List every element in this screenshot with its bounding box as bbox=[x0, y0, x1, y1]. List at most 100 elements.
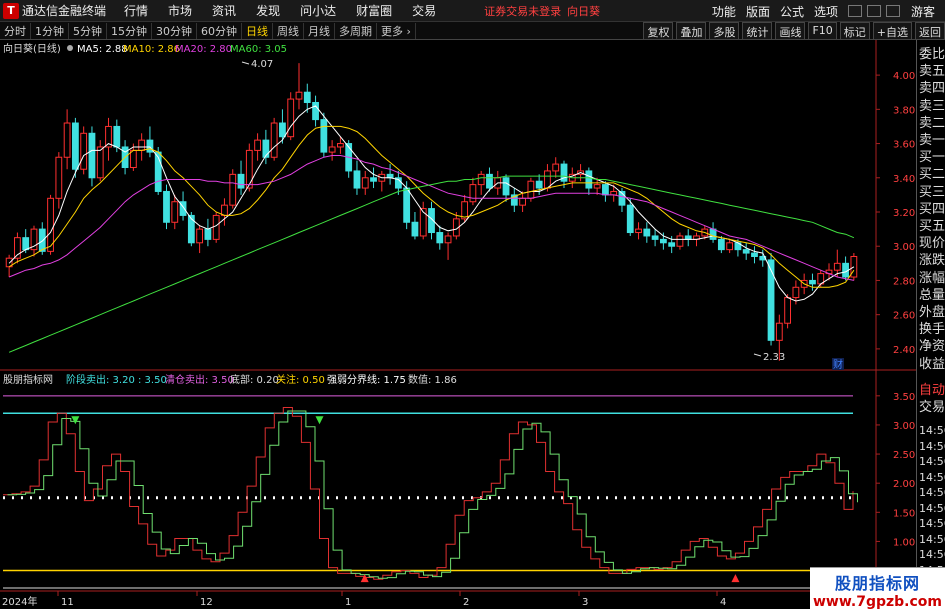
candle-body bbox=[229, 173, 237, 206]
y-tick-label: 4.00 bbox=[893, 71, 915, 82]
ma10-legend: MA10: 2.86 bbox=[123, 44, 180, 55]
maximize-icon[interactable] bbox=[885, 5, 900, 17]
tool-fuquan[interactable]: 复权 bbox=[643, 22, 674, 40]
watermark-title: 股朋指标网 bbox=[834, 574, 920, 593]
menu-zixun[interactable]: 资讯 bbox=[212, 2, 236, 19]
period-1min[interactable]: 1分钟 bbox=[31, 22, 69, 39]
candle-body bbox=[477, 173, 485, 186]
period-daily[interactable]: 日线 bbox=[242, 22, 273, 39]
candle-body bbox=[71, 122, 79, 170]
menu-caifuquan[interactable]: 财富圈 bbox=[356, 2, 392, 19]
candle-body bbox=[353, 170, 361, 189]
tool-f10[interactable]: F10 bbox=[808, 22, 837, 40]
candle-body bbox=[370, 177, 377, 182]
period-multi[interactable]: 多周期 bbox=[335, 22, 377, 39]
app-title: 通达信金融终端 bbox=[22, 4, 107, 18]
side-bottom-item[interactable]: 自动 bbox=[919, 382, 945, 399]
ma5-legend: MA5: 2.88 bbox=[77, 44, 128, 55]
tool-diejia[interactable]: 叠加 bbox=[676, 22, 707, 40]
candle-body bbox=[279, 122, 286, 138]
period-monthly[interactable]: 月线 bbox=[304, 22, 335, 39]
y-tick-label: 3.40 bbox=[893, 174, 915, 185]
x-label-apr: 4 bbox=[720, 597, 726, 608]
candle-body bbox=[254, 139, 261, 151]
candle-body bbox=[171, 201, 179, 223]
jieduan-legend: 阶段卖出: 3.20 : 3.50 bbox=[66, 373, 167, 386]
side-item: 委比 bbox=[919, 47, 945, 62]
period-30min[interactable]: 30分钟 bbox=[152, 22, 197, 39]
side-item: 换手 bbox=[919, 322, 945, 338]
watermark: 股朋指标网 www.7gpzb.com bbox=[810, 567, 945, 609]
window-icon[interactable] bbox=[847, 5, 862, 17]
candle-body bbox=[138, 139, 146, 151]
tool-zixuan[interactable]: +自选 bbox=[872, 22, 912, 40]
sub-y-tick-label: 1.00 bbox=[893, 537, 915, 548]
candle-body bbox=[163, 190, 170, 223]
candle-body bbox=[684, 235, 692, 240]
period-weekly[interactable]: 周线 bbox=[273, 22, 304, 39]
sub-y-tick-label: 3.50 bbox=[893, 392, 915, 403]
menu-faxian[interactable]: 发现 bbox=[256, 2, 280, 19]
menu-gongneng[interactable]: 功能 bbox=[712, 3, 736, 20]
side-bottom-item[interactable]: 交易 bbox=[919, 399, 945, 416]
tool-huaxian[interactable]: 画线 bbox=[775, 22, 806, 40]
side-time: 14:56 bbox=[919, 470, 945, 484]
candle-body bbox=[287, 98, 295, 138]
candle-body bbox=[742, 249, 750, 254]
menu-hangqing[interactable]: 行情 bbox=[124, 2, 148, 19]
settings-dot-icon[interactable] bbox=[67, 45, 73, 51]
y-tick-label: 3.20 bbox=[893, 208, 915, 219]
menu-jiaoyi[interactable]: 交易 bbox=[412, 2, 436, 19]
qingcang-legend: 清仓卖出: 3.50 bbox=[165, 373, 234, 386]
x-label-mar: 3 bbox=[582, 597, 588, 608]
x-label-jan: 1 bbox=[345, 597, 351, 608]
guest-button[interactable]: 游客 bbox=[911, 3, 935, 20]
minimize-icon[interactable] bbox=[866, 5, 881, 17]
tool-fanhui[interactable]: 返回 bbox=[915, 22, 945, 40]
ma60-legend: MA60: 3.05 bbox=[230, 44, 287, 55]
candle-body bbox=[469, 184, 477, 203]
candle-body bbox=[486, 173, 493, 189]
candle-body bbox=[386, 173, 394, 179]
side-item: 涨跌 bbox=[919, 253, 945, 269]
menu-gongshi[interactable]: 公式 bbox=[780, 3, 804, 20]
cai-marker[interactable]: 财 bbox=[833, 358, 843, 371]
tool-duogu[interactable]: 多股 bbox=[709, 22, 740, 40]
candle-body bbox=[767, 259, 775, 341]
menu-banmian[interactable]: 版面 bbox=[746, 3, 770, 20]
candle-body bbox=[436, 232, 444, 244]
candle-body bbox=[544, 170, 551, 189]
menu-shichang[interactable]: 市场 bbox=[168, 2, 192, 19]
side-item: 涨幅 bbox=[919, 270, 945, 286]
candle-body bbox=[212, 214, 220, 240]
shuzhi-legend: 数值: 1.86 bbox=[408, 373, 457, 386]
menu-xuanxiang[interactable]: 选项 bbox=[814, 3, 838, 20]
tool-tongji[interactable]: 统计 bbox=[742, 22, 773, 40]
period-15min[interactable]: 15分钟 bbox=[107, 22, 152, 39]
side-item: 净资 bbox=[919, 339, 945, 355]
side-item: 买四 bbox=[919, 201, 945, 217]
side-item: 卖二 bbox=[919, 115, 945, 131]
side-time: 14:56 bbox=[919, 455, 945, 468]
watermark-url: www.7gpzb.com bbox=[812, 594, 942, 609]
period-toolbar: 分时 1分钟 5分钟 15分钟 30分钟 60分钟 日线 周线 月线 多周期 更… bbox=[0, 22, 945, 40]
tool-buttons: 复权 叠加 多股 统计 画线 F10 标记 +自选 返回 bbox=[640, 22, 945, 40]
candle-body bbox=[784, 297, 792, 324]
tool-biaoji[interactable]: 标记 bbox=[839, 22, 870, 40]
chart-area[interactable]: 向日葵(日线) MA5: 2.88 MA10: 2.86 MA20: 2.80 … bbox=[0, 40, 916, 609]
side-time: 14:56 bbox=[919, 424, 945, 437]
period-fenshi[interactable]: 分时 bbox=[0, 22, 31, 39]
y-tick-label: 3.00 bbox=[893, 242, 915, 253]
login-warning[interactable]: 证券交易未登录 bbox=[484, 3, 561, 19]
menu-wenxiaoda[interactable]: 问小达 bbox=[300, 2, 336, 19]
period-60min[interactable]: 60分钟 bbox=[197, 22, 242, 39]
period-5min[interactable]: 5分钟 bbox=[69, 22, 107, 39]
candle-body bbox=[635, 228, 642, 234]
x-label-year: 2024年 bbox=[2, 595, 37, 608]
quote-side-panel: 委比 卖五 卖四 卖三 卖二 卖一 买一 买二 买三 买四 买五 现价 涨跌 涨幅 总量 外盘 换手 净资 收益 自动… bbox=[916, 40, 945, 609]
low-price-label: 2.33 bbox=[763, 352, 785, 363]
ma20-legend: MA20: 2.80 bbox=[175, 44, 232, 55]
candle-body bbox=[88, 132, 96, 179]
candle-body bbox=[593, 184, 601, 189]
period-more[interactable]: 更多 › bbox=[377, 22, 416, 39]
